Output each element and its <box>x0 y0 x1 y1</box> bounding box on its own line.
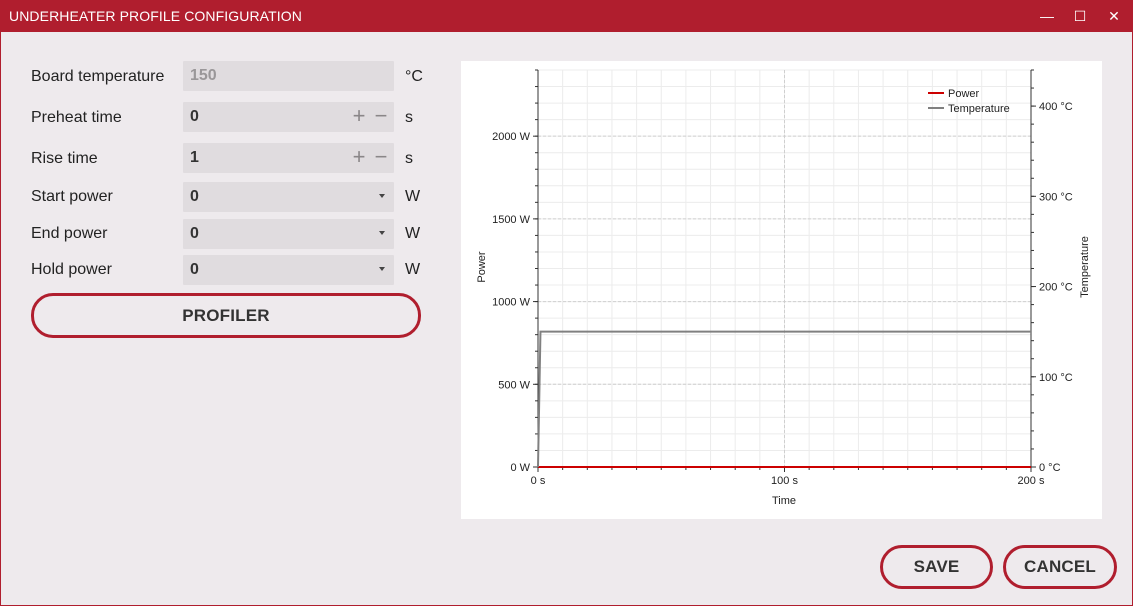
start-power-label: Start power <box>31 188 113 205</box>
preheat-time-value: 0 <box>190 108 199 125</box>
dropdown-arrow-icon <box>379 231 385 235</box>
x-tick-label: 0 s <box>531 475 546 487</box>
x-tick-label: 100 s <box>771 475 798 487</box>
board-temperature-field: 150 <box>183 61 394 91</box>
y-tick-label: 500 W <box>498 379 530 391</box>
end-power-dropdown[interactable]: 0 <box>183 219 394 249</box>
y-tick-label: 1000 W <box>492 297 531 309</box>
rise-time-unit: s <box>405 150 413 167</box>
hold-power-unit: W <box>405 261 421 278</box>
plus-icon[interactable]: + <box>350 146 368 169</box>
y2-axis-label: Temperature <box>1079 236 1091 298</box>
legend-power-label: Power <box>948 88 980 100</box>
board-temperature-label: Board temperature <box>31 68 165 85</box>
y2-tick-label: 300 °C <box>1039 191 1073 203</box>
y-tick-label: 2000 W <box>492 131 531 143</box>
hold-power-dropdown[interactable]: 0 <box>183 255 394 285</box>
maximize-button[interactable]: ☐ <box>1063 0 1097 32</box>
y2-tick-label: 100 °C <box>1039 372 1073 384</box>
minus-icon[interactable]: − <box>372 105 390 128</box>
profile-chart-svg: 0 s 100 s 200 s 0 W 500 W 1000 W 1500 W 2000 W 0… <box>476 69 1091 507</box>
rise-time-label: Rise time <box>31 150 98 167</box>
preheat-time-unit: s <box>405 109 413 126</box>
y2-tick-label: 400 °C <box>1039 101 1073 113</box>
dropdown-arrow-icon <box>379 194 385 198</box>
preheat-time-label: Preheat time <box>31 109 122 126</box>
board-temperature-value: 150 <box>190 67 217 84</box>
board-temperature-unit: °C <box>405 68 423 85</box>
hold-power-label: Hold power <box>31 261 112 278</box>
x-tick-label: 200 s <box>1018 475 1045 487</box>
profile-chart: 0 s 100 s 200 s 0 W 500 W 1000 W 1500 W 2000 W 0… <box>461 61 1102 519</box>
end-power-value: 0 <box>190 225 199 242</box>
rise-time-value: 1 <box>190 149 199 166</box>
plus-icon[interactable]: + <box>350 105 368 128</box>
hold-power-value: 0 <box>190 261 199 278</box>
start-power-value: 0 <box>190 188 199 205</box>
y2-tick-label: 0 °C <box>1039 462 1061 474</box>
save-button[interactable]: SAVE <box>880 545 993 589</box>
dialog-body: Board temperature 150 °C Preheat time 0 … <box>1 32 1132 605</box>
title-bar: UNDERHEATER PROFILE CONFIGURATION — ☐ ✕ <box>0 0 1133 32</box>
start-power-unit: W <box>405 188 421 205</box>
chart-legend: Power Temperature <box>928 88 1010 115</box>
rise-time-field[interactable]: 1 + − <box>183 143 394 173</box>
preheat-time-field[interactable]: 0 + − <box>183 102 394 132</box>
minus-icon[interactable]: − <box>372 146 390 169</box>
x-axis-label: Time <box>772 495 796 507</box>
window-title: UNDERHEATER PROFILE CONFIGURATION <box>9 8 302 24</box>
end-power-label: End power <box>31 225 108 242</box>
y-axis-label: Power <box>476 251 488 283</box>
chart-ticks: 0 s 100 s 200 s 0 W 500 W 1000 W 1500 W 2000 W 0… <box>492 69 1073 487</box>
cancel-button[interactable]: CANCEL <box>1003 545 1117 589</box>
start-power-dropdown[interactable]: 0 <box>183 182 394 212</box>
close-button[interactable]: ✕ <box>1097 0 1131 32</box>
y-tick-label: 0 W <box>510 462 530 474</box>
legend-temperature-label: Temperature <box>948 103 1010 115</box>
dropdown-arrow-icon <box>379 267 385 271</box>
profiler-button[interactable]: PROFILER <box>31 293 421 338</box>
y2-tick-label: 200 °C <box>1039 282 1073 294</box>
minimize-button[interactable]: — <box>1030 0 1064 32</box>
y-tick-label: 1500 W <box>492 214 531 226</box>
end-power-unit: W <box>405 225 421 242</box>
